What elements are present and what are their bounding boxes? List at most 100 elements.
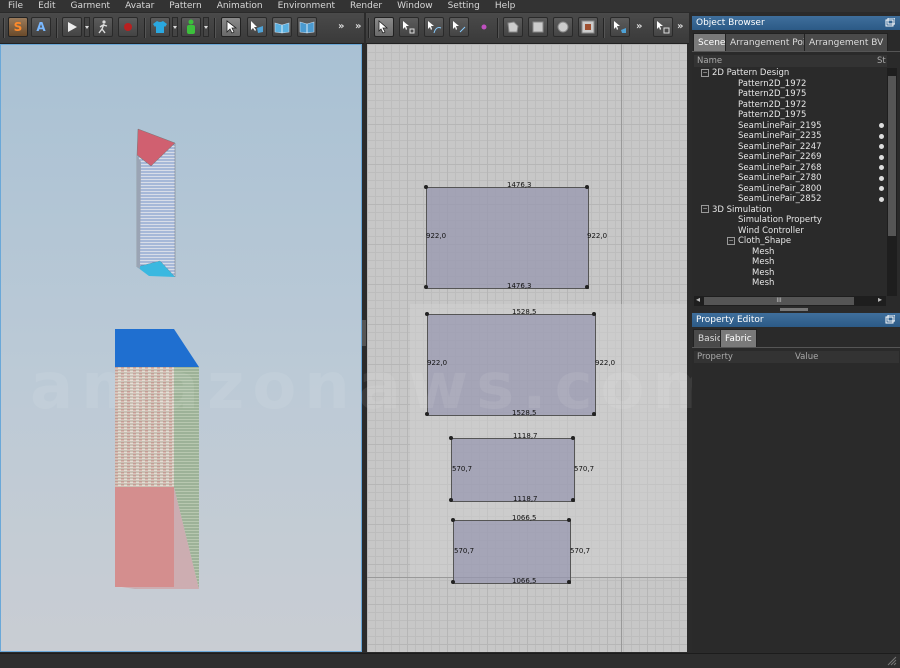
select-mesh-button[interactable] <box>247 17 267 37</box>
pattern-point[interactable] <box>567 518 571 522</box>
tree-item[interactable]: SeamLinePair_2269 <box>738 152 822 162</box>
garment-button[interactable] <box>150 17 170 37</box>
tree-item[interactable]: SeamLinePair_2247 <box>738 142 822 152</box>
polygon-button[interactable] <box>503 17 523 37</box>
tree-expander-icon[interactable]: − <box>701 68 709 77</box>
tree-item[interactable]: Pattern2D_1975 <box>738 89 806 99</box>
pattern-point[interactable] <box>592 412 596 416</box>
viewport-splitter[interactable] <box>362 320 366 346</box>
panel-undock-icon[interactable] <box>885 17 896 28</box>
pattern-point[interactable] <box>571 436 575 440</box>
viewport-2d[interactable]: 1476,3 1476,3 922,0 922,0 1528,5 1528,5 … <box>367 44 687 652</box>
menu-pattern[interactable]: Pattern <box>161 0 208 12</box>
tree-item[interactable]: Mesh <box>752 268 774 278</box>
tree-item[interactable]: SeamLinePair_2800 <box>738 184 822 194</box>
record-button[interactable] <box>118 17 138 37</box>
tree-item[interactable]: − Cloth_Shape <box>727 236 791 246</box>
animation-mode-button[interactable]: A <box>31 17 51 37</box>
pattern-point[interactable] <box>585 285 589 289</box>
toolbar-overflow[interactable]: » <box>636 21 642 32</box>
avatar-button[interactable] <box>181 17 201 37</box>
menu-render[interactable]: Render <box>342 0 389 12</box>
menu-avatar[interactable]: Avatar <box>117 0 161 12</box>
rectangle-button[interactable] <box>528 17 548 37</box>
fold-tool-button[interactable] <box>272 17 292 37</box>
scroll-right-icon[interactable]: ▸ <box>878 295 882 304</box>
tree-item[interactable]: Wind Controller <box>738 226 804 236</box>
tree-item[interactable]: SeamLinePair_2852 <box>738 194 822 204</box>
tree-horizontal-scrollbar[interactable]: ◂ III ▸ <box>694 295 886 306</box>
sewing-button[interactable] <box>653 17 673 37</box>
play-button[interactable] <box>62 17 82 37</box>
pattern-piece[interactable]: 1118,7 1118,7 570,7 570,7 <box>449 432 594 503</box>
visibility-dot-icon[interactable] <box>879 133 884 139</box>
pattern-point[interactable] <box>424 285 428 289</box>
visibility-dot-icon[interactable] <box>879 175 884 181</box>
tree-item[interactable]: Pattern2D_1975 <box>738 110 806 120</box>
tab-fabric[interactable]: Fabric <box>720 329 757 347</box>
column-header-value[interactable]: Value <box>793 351 899 363</box>
menu-environment[interactable]: Environment <box>270 0 342 12</box>
visibility-dot-icon[interactable] <box>879 165 884 170</box>
visibility-dot-icon[interactable] <box>879 186 884 191</box>
tree-item[interactable]: Mesh <box>752 247 774 257</box>
pattern-point[interactable] <box>451 518 455 522</box>
unfold-tool-button[interactable] <box>297 17 317 37</box>
pattern-piece[interactable]: 1528,5 1528,5 922,0 922,0 <box>425 308 615 417</box>
pattern-point[interactable] <box>425 312 429 316</box>
tab-arrangement-bv[interactable]: Arrangement BV <box>804 33 889 51</box>
garment-dropdown[interactable] <box>172 17 178 37</box>
tree-item[interactable]: Simulation Property <box>738 215 822 225</box>
menu-setting[interactable]: Setting <box>440 0 487 12</box>
menu-help[interactable]: Help <box>487 0 523 12</box>
select-tool-button[interactable] <box>221 17 241 37</box>
edit-curve-button[interactable] <box>424 17 444 37</box>
edit-point-button[interactable] <box>399 17 419 37</box>
pattern-point[interactable] <box>571 498 575 502</box>
pattern-point[interactable] <box>425 412 429 416</box>
tree-vertical-scrollbar[interactable] <box>887 68 897 296</box>
pattern-point[interactable] <box>567 580 571 584</box>
visibility-dot-icon[interactable] <box>879 144 884 149</box>
tree-expander-icon[interactable]: − <box>727 236 735 245</box>
select-arrange-button[interactable] <box>610 17 630 37</box>
visibility-dot-icon[interactable] <box>879 154 884 160</box>
tree-item[interactable]: SeamLinePair_2768 <box>738 163 822 173</box>
menu-file[interactable]: File <box>0 0 30 12</box>
visibility-dot-icon[interactable] <box>879 196 884 202</box>
panel-undock-icon[interactable] <box>885 314 896 325</box>
pattern-point[interactable] <box>585 185 589 189</box>
pattern-piece[interactable]: 1476,3 1476,3 922,0 922,0 <box>424 181 607 290</box>
column-header-property[interactable]: Property <box>694 351 794 363</box>
scroll-left-icon[interactable]: ◂ <box>696 295 700 304</box>
menu-window[interactable]: Window <box>389 0 440 12</box>
pattern-point[interactable] <box>451 580 455 584</box>
menu-edit[interactable]: Edit <box>30 0 62 12</box>
tree-item[interactable]: SeamLinePair_2195 <box>738 121 822 131</box>
column-header-name[interactable]: Name <box>694 55 878 67</box>
tree-item[interactable]: SeamLinePair_2780 <box>738 173 822 183</box>
pattern-point[interactable] <box>424 185 428 189</box>
column-header-status[interactable]: St <box>877 55 887 67</box>
transform-pattern-button[interactable] <box>449 17 469 37</box>
tree-item[interactable]: Pattern2D_1972 <box>738 79 806 89</box>
pattern-piece[interactable]: 1066,5 1066,5 570,7 570,7 <box>451 514 590 585</box>
pattern-point[interactable] <box>449 498 453 502</box>
circle-button[interactable] <box>553 17 573 37</box>
menu-animation[interactable]: Animation <box>209 0 270 12</box>
simulation-mode-button[interactable]: S <box>8 17 28 37</box>
toolbar-overflow-2[interactable]: » <box>677 21 683 32</box>
tree-item[interactable]: −3D Simulation <box>701 205 772 215</box>
point-tool-button[interactable] <box>474 17 494 37</box>
viewport-3d[interactable] <box>0 44 362 652</box>
tree-item[interactable]: −2D Pattern Design <box>701 68 789 78</box>
panel-resize-grip[interactable] <box>780 308 808 311</box>
tree-item[interactable]: Mesh <box>752 257 774 267</box>
scrollbar-thumb[interactable] <box>888 76 896 236</box>
pattern-point[interactable] <box>592 312 596 316</box>
toolbar-overflow[interactable]: » <box>338 21 344 32</box>
walk-button[interactable] <box>93 17 113 37</box>
toolbar-overflow-2[interactable]: » <box>355 21 361 32</box>
resize-grip-icon[interactable] <box>887 656 897 666</box>
select-pattern-button[interactable] <box>374 17 394 37</box>
